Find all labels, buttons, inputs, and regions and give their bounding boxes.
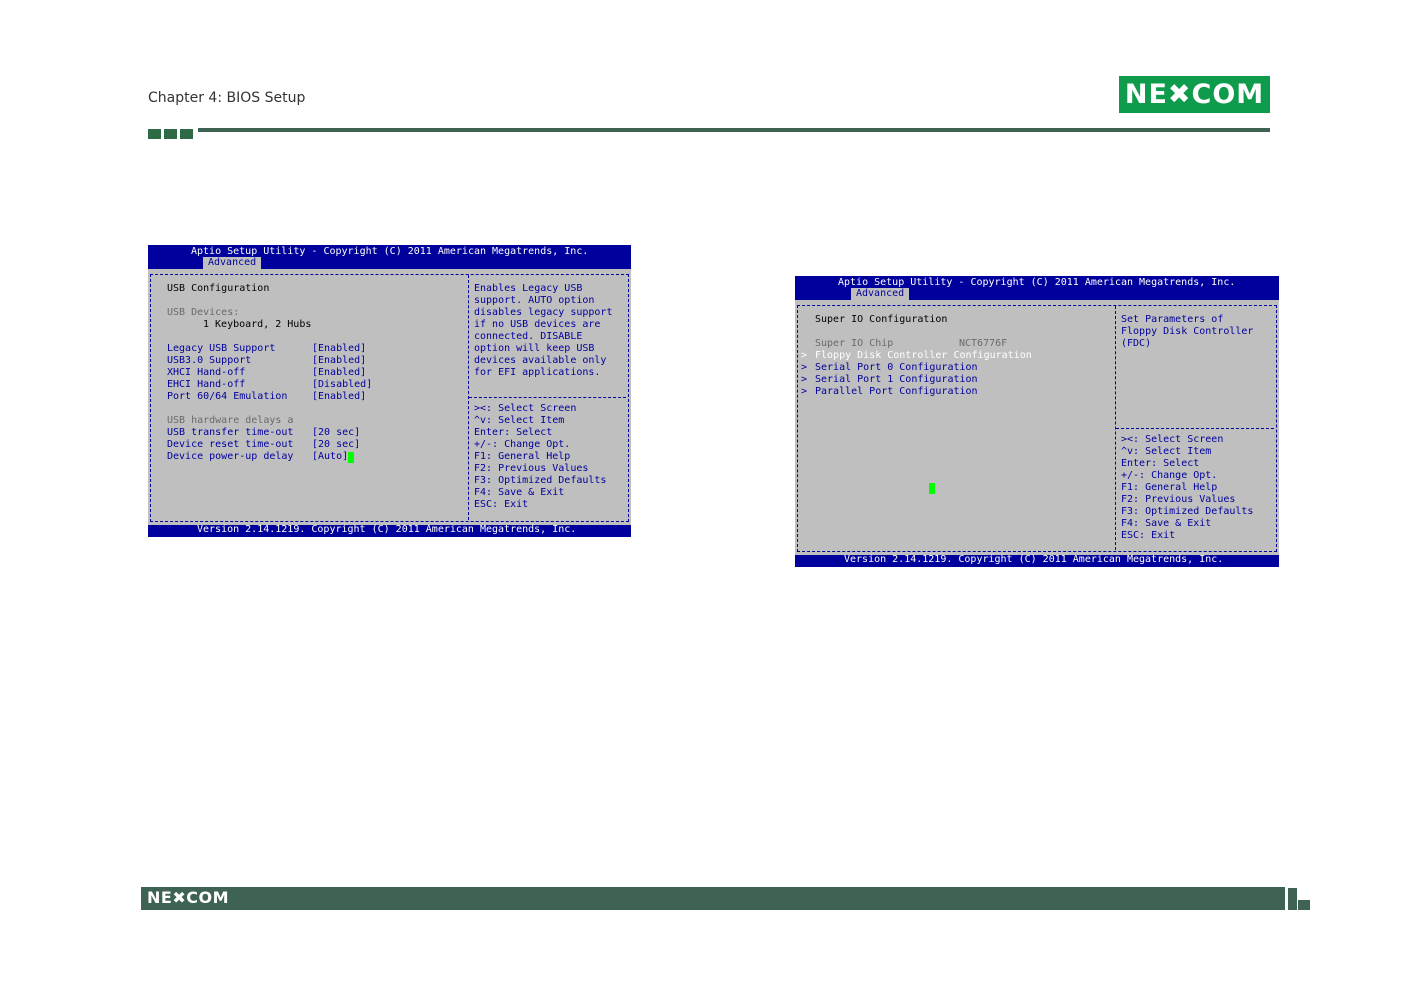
submenu-item[interactable]: Serial Port 1 Configuration [815, 374, 978, 386]
key-help-line: F2: Previous Values [1121, 494, 1236, 505]
bios-divider-horizontal [1116, 428, 1274, 429]
bios-divider-horizontal [469, 397, 626, 398]
tab-advanced[interactable]: Advanced [851, 288, 910, 300]
key-help-line: ESC: Exit [474, 499, 529, 510]
setting-label[interactable]: USB transfer time-out [167, 427, 293, 439]
setting-value[interactable]: [Enabled] [312, 343, 366, 355]
setting-label[interactable]: Port 60/64 Emulation [167, 391, 287, 403]
help-line: Set Parameters of [1121, 314, 1224, 325]
usb-devices-value: 1 Keyboard, 2 Hubs [203, 319, 312, 330]
key-help-line: F2: Previous Values [474, 463, 589, 474]
page-heading: USB Configuration [167, 283, 270, 294]
submenu-item[interactable]: Parallel Port Configuration [815, 386, 978, 398]
submenu-arrow: > [801, 374, 808, 385]
key-help-line: Enter: Select [474, 427, 553, 438]
nexcom-logo: NE✖COM [1119, 76, 1270, 113]
key-help-line: F3: Optimized Defaults [1121, 506, 1254, 517]
key-help-line: ^v: Select Item [1121, 446, 1212, 457]
key-help-line: F1: General Help [1121, 482, 1218, 493]
footer-mark-icon [1288, 888, 1310, 910]
key-help-line: +/-: Change Opt. [1121, 470, 1218, 481]
bios-screen-usb: Aptio Setup Utility - Copyright (C) 2011… [148, 245, 631, 537]
setting-label[interactable]: EHCI Hand-off [167, 379, 245, 391]
setting-value[interactable]: [Disabled] [312, 379, 372, 391]
text-cursor [348, 452, 354, 463]
setting-label[interactable]: Device reset time-out [167, 439, 293, 451]
key-help-line: F3: Optimized Defaults [474, 475, 607, 486]
submenu-item-selected[interactable]: Floppy Disk Controller Configuration [815, 350, 1032, 362]
logo-text: NE✖COM [1124, 79, 1265, 110]
key-help-line: F1: General Help [474, 451, 571, 462]
setting-value[interactable]: [20 sec] [312, 427, 360, 439]
help-line: connected. DISABLE [474, 331, 583, 342]
submenu-arrow: > [801, 386, 808, 397]
footer-logo: NE✖COM [147, 888, 229, 907]
tab-advanced[interactable]: Advanced [203, 257, 262, 269]
bios-version: Version 2.14.1219. Copyright (C) 2011 Am… [197, 524, 577, 535]
submenu-arrow: > [801, 350, 808, 361]
key-help-line: ^v: Select Item [474, 415, 565, 426]
help-line: Enables Legacy USB [474, 283, 583, 294]
super-io-chip-value: NCT6776F [959, 338, 1008, 349]
help-line: (FDC) [1121, 338, 1152, 349]
help-line: option will keep USB [474, 343, 595, 354]
setting-label[interactable]: USB3.0 Support [167, 355, 251, 367]
setting-label[interactable]: XHCI Hand-off [167, 367, 245, 379]
help-line: disables legacy support [474, 307, 613, 318]
key-help-line: ><: Select Screen [474, 403, 577, 414]
usb-devices-label: USB Devices: [167, 307, 240, 318]
text-cursor [929, 483, 935, 494]
help-line: support. AUTO option [474, 295, 595, 306]
help-line: Floppy Disk Controller [1121, 326, 1254, 337]
submenu-item[interactable]: Serial Port 0 Configuration [815, 362, 978, 374]
key-help-line: Enter: Select [1121, 458, 1200, 469]
footer-bar [141, 887, 1285, 910]
help-line: devices available only [474, 355, 607, 366]
setting-value[interactable]: [20 sec] [312, 439, 360, 451]
bios-screen-superio: Aptio Setup Utility - Copyright (C) 2011… [795, 276, 1279, 567]
key-help-line: ESC: Exit [1121, 530, 1176, 541]
header-squares [148, 129, 193, 139]
setting-label[interactable]: Legacy USB Support [167, 343, 275, 355]
usb-delays-label: USB hardware delays a [167, 415, 294, 426]
help-line: if no USB devices are [474, 319, 601, 330]
key-help-line: ><: Select Screen [1121, 434, 1224, 445]
chapter-title: Chapter 4: BIOS Setup [148, 90, 306, 106]
help-line: for EFI applications. [474, 367, 601, 378]
setting-value[interactable]: [Enabled] [312, 355, 366, 367]
key-help-line: +/-: Change Opt. [474, 439, 571, 450]
key-help-line: F4: Save & Exit [1121, 518, 1212, 529]
setting-value[interactable]: [Enabled] [312, 367, 366, 379]
setting-label[interactable]: Device power-up delay [167, 451, 293, 463]
page-heading: Super IO Configuration [815, 314, 948, 325]
submenu-arrow: > [801, 362, 808, 373]
header-rule [198, 128, 1270, 132]
setting-value[interactable]: [Enabled] [312, 391, 366, 403]
setting-value[interactable]: [Auto] [312, 451, 348, 463]
key-help-line: F4: Save & Exit [474, 487, 565, 498]
bios-version: Version 2.14.1219. Copyright (C) 2011 Am… [844, 554, 1224, 565]
super-io-chip-label: Super IO Chip [815, 338, 894, 349]
